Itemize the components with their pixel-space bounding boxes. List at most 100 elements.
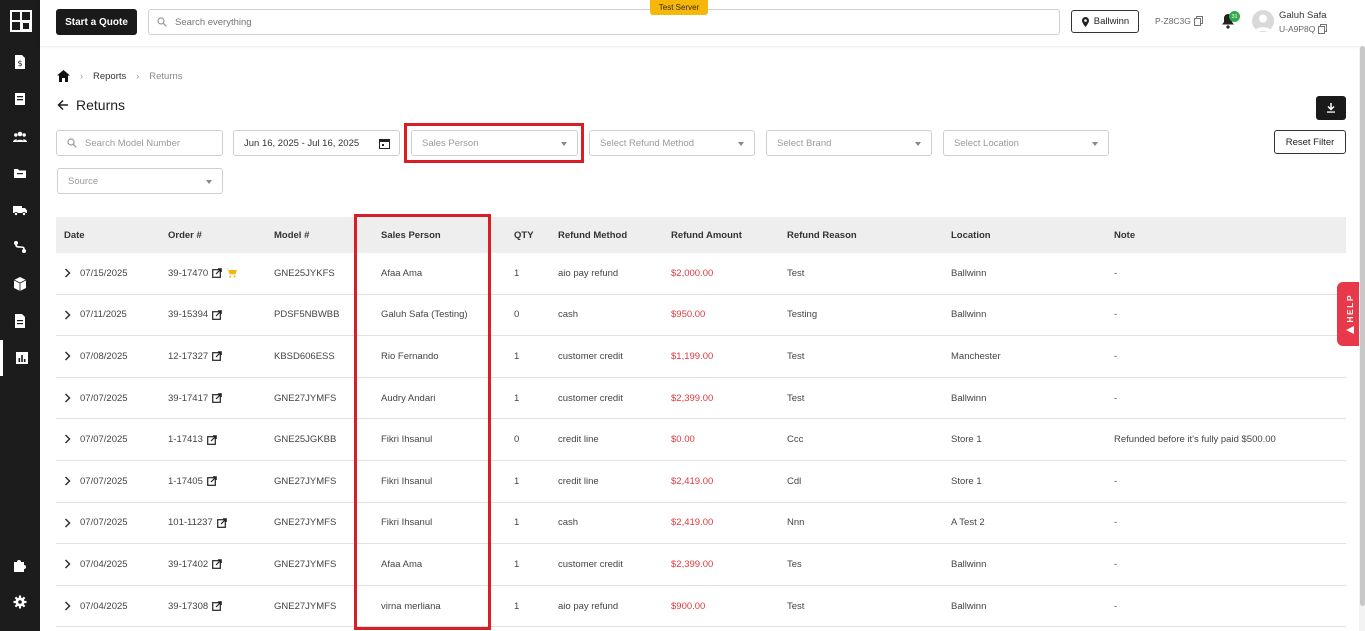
column-header-location[interactable]: Location [951, 217, 991, 253]
table-row[interactable]: 07/11/2025 39-15394 PDSF5NBWBB Galuh Safa (… [56, 295, 1346, 337]
home-icon[interactable] [57, 70, 70, 82]
sidebar-item-delivery[interactable] [0, 192, 40, 228]
table-row[interactable]: 07/07/2025 39-17417 GNE27JYMFS Audry Andari… [56, 378, 1346, 420]
chevron-right-icon[interactable] [64, 434, 71, 444]
cell-order[interactable]: 12-17327 [168, 336, 222, 377]
cell-order-text[interactable]: 39-17417 [168, 393, 208, 404]
cell-order[interactable]: 39-17470 [168, 253, 238, 294]
chevron-right-icon[interactable] [64, 310, 71, 320]
column-header-refund-method[interactable]: Refund Method [558, 217, 627, 253]
chevron-right-icon[interactable] [64, 559, 71, 569]
column-header-refund-reason[interactable]: Refund Reason [787, 217, 857, 253]
cell-note-text: - [1114, 558, 1118, 570]
sidebar-item-documents[interactable] [0, 155, 40, 191]
cell-refund-reason-text: Testing [787, 309, 818, 321]
table-row[interactable]: 07/15/2025 39-17470 GNE25JYKFS Afaa Ama 1 aio… [56, 253, 1346, 295]
chevron-right-icon[interactable] [64, 601, 71, 611]
column-header-qty[interactable]: QTY [514, 217, 534, 253]
cell-order[interactable]: 1-17413 [168, 419, 217, 460]
sidebar-item-inventory[interactable] [0, 266, 40, 302]
external-link-icon[interactable] [212, 310, 222, 320]
location-button[interactable]: Ballwinn [1071, 10, 1139, 33]
cell-refund-amount: $2,000.00 [671, 253, 713, 294]
cell-order[interactable]: 1-17405 [168, 461, 217, 502]
cell-order-text[interactable]: 12-17327 [168, 351, 208, 362]
cell-model: KBSD606ESS [274, 336, 335, 377]
copy-icon[interactable] [1318, 24, 1328, 34]
location-select[interactable]: Select Location [943, 130, 1109, 156]
external-link-icon[interactable] [212, 601, 222, 611]
sidebar-item-catalog[interactable] [0, 81, 40, 117]
table-row[interactable]: 07/07/2025 1-17405 GNE27JYMFS Fikri Ihsanul… [56, 461, 1346, 503]
brand-placeholder: Select Brand [777, 137, 832, 149]
app-logo[interactable] [10, 10, 32, 32]
page-header: Returns [57, 97, 125, 113]
source-select[interactable]: Source [57, 168, 223, 194]
column-header-date[interactable]: Date [64, 217, 85, 253]
cell-model-text: GNE25JGKBB [274, 434, 337, 446]
column-header-refund-amount[interactable]: Refund Amount [671, 217, 742, 253]
external-link-icon[interactable] [216, 518, 227, 528]
user-id-label: U-A9P8Q [1279, 24, 1316, 34]
back-arrow-icon[interactable] [57, 99, 69, 111]
chevron-right-icon[interactable] [64, 393, 71, 403]
refund-method-select[interactable]: Select Refund Method [589, 130, 755, 156]
sidebar-item-integrations[interactable] [0, 547, 40, 583]
column-header-model[interactable]: Model # [274, 217, 309, 253]
cell-date: 07/04/2025 [80, 586, 128, 627]
external-link-icon[interactable] [212, 393, 222, 403]
table-row[interactable]: 07/04/2025 39-17402 GNE27JYMFS Afaa Ama 1 cus… [56, 544, 1346, 586]
chevron-right-icon[interactable] [64, 268, 71, 278]
cell-model: GNE27JYMFS [274, 503, 336, 544]
cell-refund-method: credit line [558, 419, 599, 460]
external-link-icon[interactable] [212, 351, 222, 362]
start-quote-button[interactable]: Start a Quote [56, 9, 137, 35]
cell-order-text[interactable]: 101-11237 [168, 517, 213, 528]
sidebar-item-invoices[interactable] [0, 303, 40, 339]
brand-select[interactable]: Select Brand [766, 130, 932, 156]
cell-order-text[interactable]: 1-17405 [168, 476, 203, 487]
cell-order-text[interactable]: 39-17402 [168, 559, 208, 570]
column-header-order[interactable]: Order # [168, 217, 202, 253]
external-link-icon[interactable] [206, 476, 217, 487]
chevron-right-icon[interactable] [64, 518, 71, 528]
cell-note: - [1114, 295, 1117, 336]
external-link-icon[interactable] [212, 559, 222, 570]
chevron-right-icon[interactable] [64, 476, 71, 486]
cell-order-text[interactable]: 1-17413 [168, 434, 203, 445]
external-link-icon[interactable] [212, 268, 222, 279]
external-link-icon[interactable] [206, 434, 217, 445]
global-search[interactable] [148, 9, 1060, 35]
cell-order[interactable]: 39-17417 [168, 378, 222, 419]
sidebar-item-sales[interactable]: $ [0, 44, 40, 80]
download-button[interactable] [1316, 96, 1346, 120]
column-header-note[interactable]: Note [1114, 217, 1135, 253]
global-search-input[interactable] [175, 16, 975, 28]
cell-order[interactable]: 101-11237 [168, 503, 227, 544]
reset-filter-button[interactable]: Reset Filter [1274, 130, 1346, 154]
sidebar-item-routes[interactable] [0, 229, 40, 265]
cell-order[interactable]: 39-17402 [168, 544, 222, 585]
cell-order-text[interactable]: 39-15394 [168, 309, 208, 320]
sidebar-item-customers[interactable] [0, 118, 40, 154]
cell-refund-amount-text: $2,399.00 [671, 558, 714, 570]
avatar[interactable] [1252, 10, 1274, 32]
table-row[interactable]: 07/08/2025 12-17327 KBSD606ESS Rio Fernando… [56, 336, 1346, 378]
copy-icon[interactable] [1193, 16, 1203, 26]
sidebar-item-settings[interactable] [0, 584, 40, 620]
model-search-field[interactable]: Search Model Number [56, 130, 223, 156]
breadcrumb-reports[interactable]: Reports [93, 71, 126, 82]
chevron-right-icon[interactable] [64, 351, 71, 361]
table-row[interactable]: 07/04/2025 39-17308 GNE27JYMFS virna merlia… [56, 586, 1346, 628]
date-range-picker[interactable]: Jun 16, 2025 - Jul 16, 2025 [233, 130, 400, 156]
scrollbar-thumb[interactable] [1360, 46, 1365, 606]
cell-refund-method-text: customer credit [558, 392, 623, 404]
table-row[interactable]: 07/07/2025 1-17413 GNE25JGKBB Fikri Ihsanul… [56, 419, 1346, 461]
cell-order[interactable]: 39-15394 [168, 295, 222, 336]
cell-order[interactable]: 39-17308 [168, 586, 222, 627]
cell-order-text[interactable]: 39-17308 [168, 601, 208, 612]
sidebar-item-reports[interactable] [0, 340, 40, 376]
cell-location-text: Store 1 [951, 475, 982, 487]
cell-order-text[interactable]: 39-17470 [168, 268, 208, 279]
table-row[interactable]: 07/07/2025 101-11237 GNE27JYMFS Fikri Ihsan… [56, 503, 1346, 545]
